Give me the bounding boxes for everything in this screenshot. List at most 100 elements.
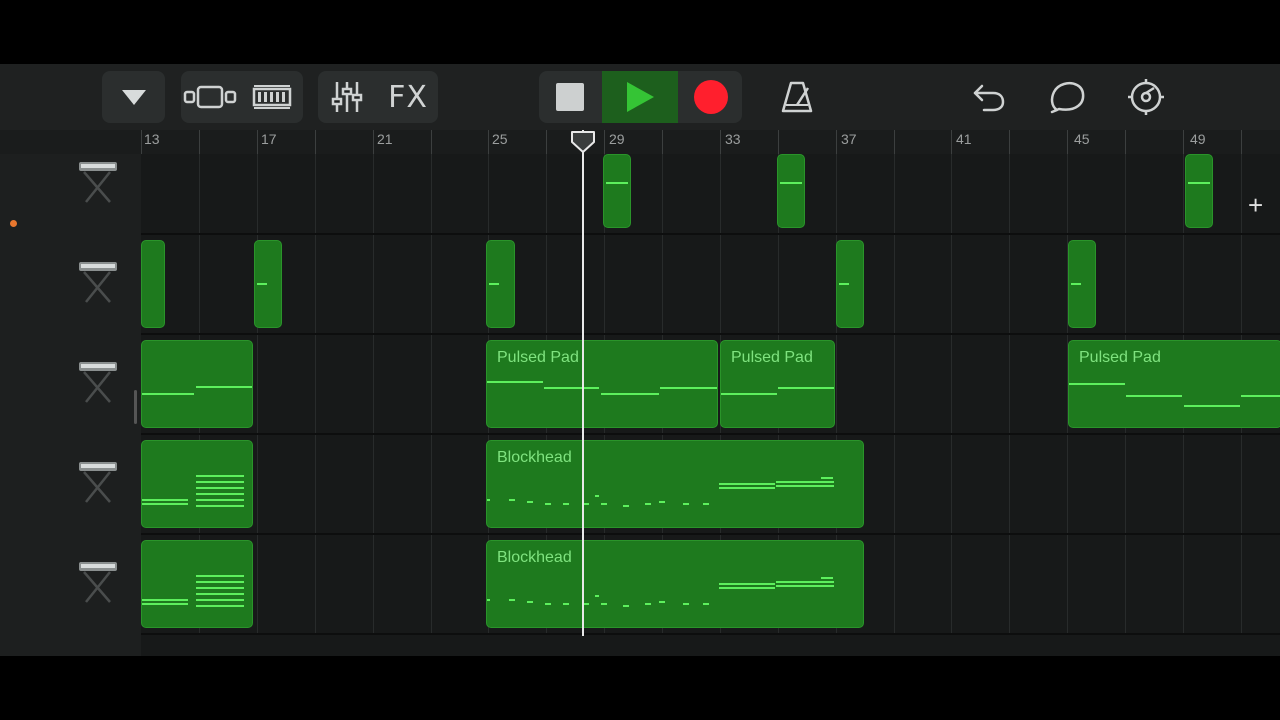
midi-note: [527, 601, 533, 603]
midi-note: [601, 393, 659, 395]
track-headers: [0, 154, 141, 656]
live-loops-button[interactable]: [243, 71, 301, 123]
midi-note: [196, 499, 244, 501]
keyboard-stand-icon: [76, 156, 120, 212]
track-header-1[interactable]: [0, 154, 141, 234]
grid-line: [257, 154, 258, 634]
midi-note: [703, 503, 709, 505]
loop-browser-icon: [1050, 82, 1085, 114]
grid-line: [315, 154, 316, 634]
midi-note: [660, 387, 717, 389]
midi-note: [595, 495, 599, 497]
region-pulsed-pad[interactable]: Pulsed Pad: [486, 340, 718, 428]
midi-note: [659, 601, 665, 603]
loop-browser-button[interactable]: [1041, 71, 1095, 123]
midi-note: [1069, 383, 1125, 385]
playhead-handle[interactable]: [570, 130, 596, 154]
region-blockhead-partial[interactable]: [141, 440, 253, 528]
region-track1[interactable]: [1185, 154, 1213, 228]
play-button[interactable]: [602, 71, 678, 123]
track-header-5[interactable]: [0, 536, 141, 634]
timeline-ruler[interactable]: 13 17 21 25 29 33 37 41 45 49: [141, 130, 1280, 154]
stop-button[interactable]: [539, 71, 601, 123]
ruler-tick: [604, 130, 605, 154]
ruler-tick: [951, 130, 952, 154]
region-blockhead-partial[interactable]: [141, 540, 253, 628]
midi-note: [645, 603, 651, 605]
region-pulsed-pad[interactable]: Pulsed Pad: [1068, 340, 1280, 428]
region-track1[interactable]: [777, 154, 805, 228]
midi-note: [142, 599, 188, 601]
ruler-tick: [836, 130, 837, 154]
dropdown-button[interactable]: [102, 71, 165, 123]
ruler-tick: [662, 130, 663, 154]
midi-note: [601, 503, 607, 505]
undo-button[interactable]: [962, 71, 1016, 123]
midi-note: [778, 387, 834, 389]
midi-note: [196, 575, 244, 577]
ruler-tick: [373, 130, 374, 154]
track-header-4[interactable]: [0, 436, 141, 534]
region-track2[interactable]: [1068, 240, 1096, 328]
tracks-area[interactable]: Pulsed Pad Pulsed Pad Pulsed Pad Blockhe…: [141, 154, 1280, 656]
tracks-view-icon: [183, 85, 237, 109]
region-track2[interactable]: [486, 240, 515, 328]
midi-note: [196, 587, 244, 589]
metronome-button[interactable]: [770, 71, 824, 123]
ruler-tick: [1241, 130, 1242, 154]
track-header-2[interactable]: [0, 236, 141, 334]
midi-note: [196, 475, 244, 477]
grid-line: [951, 154, 952, 634]
region-pulsed-pad-partial[interactable]: [141, 340, 253, 428]
bar-number: 13: [144, 131, 160, 147]
midi-note: [545, 503, 551, 505]
settings-button[interactable]: [1119, 71, 1173, 123]
mixer-icon: [331, 82, 363, 112]
bar-number: 25: [492, 131, 508, 147]
settings-gear-icon: [1128, 79, 1164, 115]
fx-button[interactable]: FX: [378, 71, 438, 123]
playhead-line[interactable]: [582, 130, 584, 636]
region-track2[interactable]: [254, 240, 282, 328]
region-label: Blockhead: [497, 549, 572, 566]
region-track2[interactable]: [836, 240, 864, 328]
bar-number: 33: [725, 131, 741, 147]
region-blockhead[interactable]: Blockhead: [486, 540, 864, 628]
tracks-view-button[interactable]: [181, 71, 239, 123]
bar-number: 29: [609, 131, 625, 147]
grid-line: [894, 154, 895, 634]
midi-note: [821, 577, 833, 579]
midi-note: [606, 182, 628, 184]
record-button[interactable]: [679, 71, 742, 123]
midi-note: [509, 599, 515, 601]
ruler-tick: [257, 130, 258, 154]
ruler-tick: [546, 130, 547, 154]
region-track2[interactable]: [141, 240, 165, 328]
region-blockhead[interactable]: Blockhead: [486, 440, 864, 528]
midi-note: [142, 503, 188, 505]
region-pulsed-pad[interactable]: Pulsed Pad: [720, 340, 835, 428]
bar-number: 17: [261, 131, 277, 147]
midi-note: [196, 386, 252, 388]
track-header-3[interactable]: [0, 336, 141, 434]
region-label: Blockhead: [497, 449, 572, 466]
bar-number: 49: [1190, 131, 1206, 147]
midi-note: [1188, 182, 1210, 184]
keyboard-stand-icon: [76, 456, 120, 512]
midi-note: [142, 393, 194, 395]
midi-note: [196, 581, 244, 583]
mixer-button[interactable]: [318, 71, 376, 123]
region-track1[interactable]: [603, 154, 631, 228]
add-section-button[interactable]: +: [1248, 192, 1263, 218]
live-loops-icon: [252, 85, 292, 109]
keyboard-stand-icon: [76, 556, 120, 612]
scroll-indicator[interactable]: [134, 390, 137, 424]
midi-note: [545, 603, 551, 605]
midi-note: [544, 387, 599, 389]
midi-note: [595, 595, 599, 597]
midi-note: [196, 593, 244, 595]
bar-number: 21: [377, 131, 393, 147]
dropdown-triangle-icon: [121, 90, 146, 105]
grid-line: [141, 233, 1280, 235]
grid-line: [431, 154, 432, 634]
